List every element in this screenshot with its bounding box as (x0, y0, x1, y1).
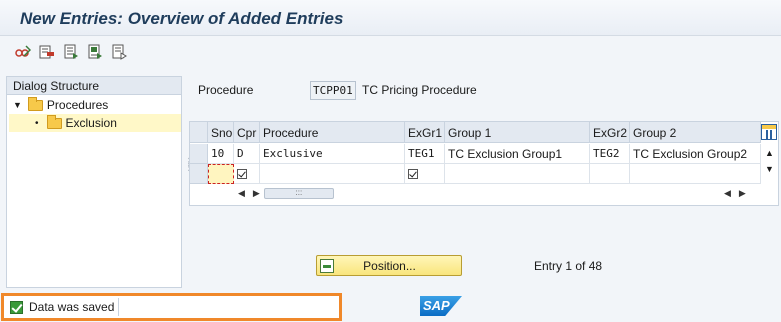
cell-cpr[interactable]: D (234, 144, 260, 164)
cell-group2: TC Exclusion Group2 (630, 144, 761, 164)
procedure-label: Procedure (198, 83, 254, 97)
status-message-box[interactable]: Data was saved (1, 293, 342, 321)
cell-sno-input[interactable] (208, 164, 234, 184)
column-header-exgr2[interactable]: ExGr2 (590, 122, 630, 143)
row-selector[interactable] (190, 144, 208, 164)
horizontal-scrollbar-left[interactable]: ◀ ▶ ::: (234, 185, 334, 201)
tree-item-label: Procedures (46, 98, 109, 112)
folder-icon (27, 96, 43, 111)
column-header-group1[interactable]: Group 1 (445, 122, 590, 143)
cell-exgr1[interactable]: TEG1 (405, 144, 445, 164)
horizontal-scrollbar-right[interactable]: ◀ ▶ (720, 185, 750, 201)
dialog-structure-panel: Dialog Structure ▼ Procedures • Exclusio… (6, 76, 182, 288)
cell-group2-empty (630, 164, 761, 184)
success-check-icon (10, 300, 23, 314)
exclusion-table: Sno Cpr Procedure ExGr1 Group 1 ExGr2 Gr… (189, 121, 779, 206)
cell-sno[interactable]: 10 (208, 144, 234, 164)
cell-procedure-input[interactable] (260, 164, 405, 184)
status-bar: Data was saved SAP (0, 292, 781, 322)
expand-triangle-icon[interactable]: ▼ (13, 100, 22, 110)
tree-item-exclusion[interactable]: • Exclusion (9, 114, 181, 132)
delete-row-icon[interactable] (38, 43, 56, 61)
vertical-scrollbar[interactable]: ▲ ▼ (761, 144, 778, 184)
title-bar: New Entries: Overview of Added Entries (0, 0, 781, 36)
scroll-left-icon[interactable]: ◀ (720, 188, 735, 199)
procedure-field-row: Procedure TCPP01 TC Pricing Procedure (198, 80, 477, 100)
position-icon (320, 258, 334, 273)
deselect-all-icon[interactable] (110, 43, 128, 61)
column-header-group2[interactable]: Group 2 (630, 122, 761, 143)
column-header-cpr[interactable]: Cpr (234, 122, 260, 143)
bullet-icon: • (35, 117, 39, 129)
column-header-exgr1[interactable]: ExGr1 (405, 122, 445, 143)
position-button[interactable]: Position... (316, 255, 462, 276)
tree-item-label: Exclusion (65, 116, 117, 130)
select-all-rows-corner[interactable] (190, 122, 208, 143)
row-selector[interactable] (190, 164, 208, 184)
procedure-field[interactable]: TCPP01 (310, 80, 356, 100)
checkbox-checked-icon[interactable] (408, 169, 418, 179)
glasses-pen-icon[interactable] (14, 43, 32, 61)
position-button-label: Position... (363, 258, 416, 273)
sap-logo: SAP (420, 296, 462, 316)
entry-counter: Entry 1 of 48 (534, 259, 603, 273)
status-message: Data was saved (29, 298, 120, 316)
column-header-procedure[interactable]: Procedure (260, 122, 405, 143)
scroll-right-icon[interactable]: ▶ (735, 188, 750, 199)
scroll-up-icon[interactable]: ▲ (761, 148, 778, 158)
folder-open-icon (46, 114, 62, 129)
panel-splitter[interactable]: ⋮⋮ (184, 158, 194, 190)
scroll-right-icon[interactable]: ▶ (249, 188, 264, 199)
scroll-left-icon[interactable]: ◀ (234, 188, 249, 199)
cell-exgr2-input[interactable] (590, 164, 630, 184)
scroll-down-icon[interactable]: ▼ (761, 164, 778, 174)
cell-group1: TC Exclusion Group1 (445, 144, 590, 164)
select-all-icon[interactable] (62, 43, 80, 61)
cell-cpr-checkbox[interactable] (234, 164, 260, 184)
column-header-sno[interactable]: Sno (208, 122, 234, 143)
cell-procedure[interactable]: Exclusive (260, 144, 405, 164)
table-settings-icon[interactable] (761, 124, 777, 140)
tree-item-procedures[interactable]: ▼ Procedures (13, 96, 181, 114)
application-toolbar (0, 37, 781, 67)
cell-group1-empty (445, 164, 590, 184)
cell-exgr1-checkbox[interactable] (405, 164, 445, 184)
cell-exgr2[interactable]: TEG2 (590, 144, 630, 164)
screen-title: New Entries: Overview of Added Entries (20, 9, 344, 28)
checkbox-checked-icon[interactable] (237, 169, 247, 179)
dialog-structure-header: Dialog Structure (7, 77, 181, 95)
procedure-description: TC Pricing Procedure (362, 83, 477, 97)
scroll-thumb[interactable]: ::: (263, 187, 334, 199)
status-message-text: Data was saved (29, 300, 115, 314)
select-block-icon[interactable] (86, 43, 104, 61)
